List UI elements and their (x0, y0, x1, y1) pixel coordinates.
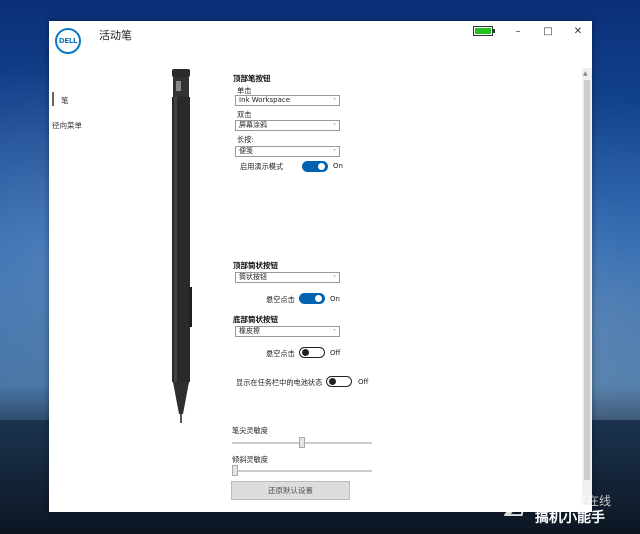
taskbar-battery-toggle[interactable] (326, 376, 352, 387)
bottom-barrel-hover-toggle[interactable] (299, 347, 325, 358)
reset-defaults-button[interactable]: 还原默认设置 (231, 481, 350, 500)
bottom-barrel-hover-state: Off (330, 349, 341, 357)
top-pen-button-heading: 顶部笔按钮 (233, 74, 271, 83)
pen-image (172, 69, 192, 423)
bottom-barrel-heading: 底部筒状按钮 (233, 315, 278, 324)
bottom-barrel-value: 橡皮擦 (239, 327, 260, 335)
sidebar-item-radial-menu[interactable]: 径向菜单 (52, 120, 82, 131)
long-press-label: 长按: (237, 135, 254, 144)
double-click-label: 双击 (237, 110, 252, 119)
app-window: DELL 活动笔 – □ ✕ 笔 径向菜单 顶部笔按钮 单击 Ink Works… (49, 21, 592, 512)
presentation-mode-toggle[interactable] (302, 161, 328, 172)
top-barrel-hover-label: 悬空点击 (266, 295, 295, 304)
long-press-dropdown[interactable]: 便笺 ˅ (235, 146, 340, 157)
watermark-logo: Z (505, 490, 526, 523)
sidebar-item-pen[interactable]: 笔 (61, 95, 69, 106)
minimize-button[interactable]: – (505, 21, 531, 41)
chevron-down-icon: ˅ (333, 123, 336, 130)
tilt-sensitivity-slider[interactable] (232, 465, 238, 476)
top-barrel-dropdown[interactable]: 筒状按钮 ˅ (235, 272, 340, 283)
tip-sensitivity-slider[interactable] (299, 437, 305, 448)
app-title: 活动笔 (99, 29, 132, 42)
chevron-down-icon: ˅ (333, 329, 336, 336)
top-barrel-heading: 顶部筒状按钮 (233, 261, 278, 270)
bottom-barrel-dropdown[interactable]: 橡皮擦 ˅ (235, 326, 340, 337)
tilt-sensitivity-label: 倾斜灵敏度 (232, 455, 268, 464)
double-click-dropdown[interactable]: 屏幕涂鸦 ˅ (235, 120, 340, 131)
chevron-down-icon: ˅ (333, 275, 336, 282)
close-button[interactable]: ✕ (565, 21, 591, 41)
top-barrel-value: 筒状按钮 (239, 273, 267, 281)
single-click-value: Ink Workspace (239, 96, 291, 104)
long-press-value: 便笺 (239, 147, 253, 155)
scrollbar[interactable]: ▲ (582, 68, 592, 505)
bottom-barrel-hover-label: 悬空点击 (266, 349, 295, 358)
top-barrel-hover-state: On (330, 295, 340, 303)
taskbar-battery-state: Off (358, 378, 369, 386)
chevron-down-icon: ˅ (333, 149, 336, 156)
presentation-mode-state: On (333, 162, 343, 170)
scroll-up-icon[interactable]: ▲ (583, 70, 588, 77)
title-bar: DELL 活动笔 – □ ✕ (49, 21, 592, 61)
maximize-button[interactable]: □ (535, 21, 561, 41)
dell-logo: DELL (55, 28, 81, 54)
scroll-thumb[interactable] (584, 80, 590, 480)
presentation-mode-label: 启用演示模式 (240, 162, 284, 171)
double-click-value: 屏幕涂鸦 (239, 121, 267, 129)
selection-indicator (52, 92, 54, 106)
chevron-down-icon: ˅ (333, 98, 336, 105)
watermark-line2: 搞机小能手 (535, 510, 605, 526)
tip-sensitivity-label: 笔尖灵敏度 (232, 426, 268, 435)
top-barrel-hover-toggle[interactable] (299, 293, 325, 304)
battery-icon (473, 26, 495, 36)
watermark: Z 电脑爱好在线 搞机小能手 (505, 490, 630, 526)
tilt-sensitivity-track (232, 470, 372, 472)
single-click-dropdown[interactable]: Ink Workspace ˅ (235, 95, 340, 106)
taskbar-battery-label: 显示在任务栏中的电池状态 (236, 378, 323, 387)
